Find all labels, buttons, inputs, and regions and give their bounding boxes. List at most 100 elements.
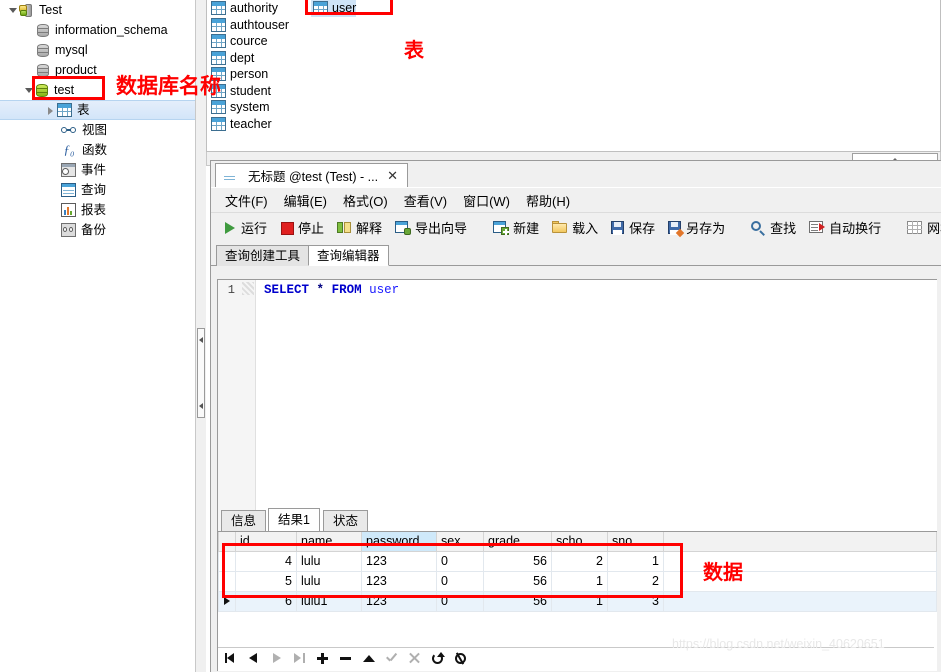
cell-sex[interactable]: 0 [436,590,484,612]
cell-sno[interactable]: 1 [607,550,664,572]
edit-record-button[interactable] [362,652,375,665]
refresh-button[interactable] [431,652,445,665]
menu-view[interactable]: 查看(V) [398,188,453,213]
list-item-teacher[interactable]: teacher [209,116,289,133]
chevron-right-icon[interactable] [44,104,57,117]
column-header-sno[interactable]: sno [607,532,664,552]
table-row[interactable]: 4 lulu 123 0 56 2 1 [218,550,937,572]
tree-node-backups[interactable]: 备份 [0,220,195,240]
tree-node-tables[interactable]: 表 [0,100,195,120]
list-item-dept[interactable]: dept [209,50,289,67]
load-button[interactable]: 载入 [547,216,603,240]
chevron-down-icon[interactable] [6,4,19,17]
cell-password[interactable]: 123 [361,550,437,572]
cell-password[interactable]: 123 [361,590,437,612]
export-wizard-button[interactable]: 导出向导 [390,216,472,240]
list-item-authority[interactable]: authority [209,0,289,17]
column-header-sex[interactable]: sex [436,532,484,552]
cancel-changes-button[interactable] [408,652,421,665]
cell-scho[interactable]: 1 [551,570,608,592]
menu-help[interactable]: 帮助(H) [520,188,576,213]
tree-node-queries[interactable]: 查询 [0,180,195,200]
cell-grade[interactable]: 56 [483,590,552,612]
object-list-panel[interactable]: authority authtouser cource dept person … [206,0,941,152]
word-wrap-button[interactable]: 自动换行 [804,216,886,240]
row-marker[interactable] [218,590,236,612]
tree-node-connection[interactable]: Test [0,0,195,20]
delete-record-button[interactable] [339,652,352,665]
apply-changes-button[interactable] [385,652,398,665]
find-button[interactable]: 查找 [746,216,801,240]
list-item-system[interactable]: system [209,99,289,116]
column-header-password[interactable]: password [361,532,437,552]
list-item-student[interactable]: student [209,83,289,100]
explain-button[interactable]: 解释 [332,216,387,240]
row-marker[interactable] [218,550,236,572]
tab-query-builder[interactable]: 查询创建工具 [216,245,310,266]
last-record-button[interactable] [293,652,306,665]
fold-marker-icon[interactable] [242,282,254,295]
previous-record-button[interactable] [247,652,260,665]
cell-sex[interactable]: 0 [436,550,484,572]
cell-scho[interactable]: 1 [551,590,608,612]
tree-node-information_schema[interactable]: information_schema [0,20,195,40]
column-header-name[interactable]: name [296,532,362,552]
tab-status[interactable]: 状态 [323,510,369,532]
menu-window[interactable]: 窗口(W) [457,188,516,213]
stop-button[interactable]: 停止 [275,216,329,240]
editor-tabstrip[interactable]: 查询创建工具 查询编辑器 [211,244,941,266]
row-marker[interactable] [218,570,236,592]
cell-name[interactable]: lulu [296,550,362,572]
cell-sno[interactable]: 2 [607,570,664,592]
cell-password[interactable]: 123 [361,570,437,592]
cell-sno[interactable]: 3 [607,590,664,612]
menu-edit[interactable]: 编辑(E) [278,188,333,213]
list-item-person[interactable]: person [209,66,289,83]
cell-id[interactable]: 4 [235,550,297,572]
tab-messages[interactable]: 信息 [221,510,267,532]
list-item-user[interactable]: user [311,0,357,17]
tree-node-functions[interactable]: ƒ₀ 函数 [0,140,195,160]
menu-format[interactable]: 格式(O) [337,188,394,213]
column-header-grade[interactable]: grade [483,532,552,552]
result-tabstrip[interactable]: 信息 结果1 状态 [217,508,937,532]
stop-button[interactable] [454,652,467,665]
query-toolbar[interactable]: 运行 停止 解释 导出向导 新建 载入 保存 另存为 查找 自动换行 网 [211,212,941,242]
cell-grade[interactable]: 56 [483,550,552,572]
close-icon[interactable]: ✕ [384,168,401,184]
table-row[interactable]: 5 lulu 123 0 56 1 2 [218,570,937,592]
save-as-button[interactable]: 另存为 [663,216,730,240]
tree-node-views[interactable]: 视图 [0,120,195,140]
chevron-down-icon[interactable] [22,84,35,97]
menu-file[interactable]: 文件(F) [219,188,274,213]
database-tree-panel[interactable]: Test information_schema mysql product te… [0,0,196,672]
first-record-button[interactable] [224,652,237,665]
add-record-button[interactable] [316,652,329,665]
run-button[interactable]: 运行 [218,216,272,240]
tab-query-editor[interactable]: 查询编辑器 [308,245,389,266]
grid-view-button[interactable]: 网格查看 [902,216,941,240]
tree-node-reports[interactable]: 报表 [0,200,195,220]
cell-name[interactable]: lulu [296,570,362,592]
list-item-cource[interactable]: cource [209,33,289,50]
cell-grade[interactable]: 56 [483,570,552,592]
cell-id[interactable]: 5 [235,570,297,592]
sql-statement[interactable]: SELECT * FROM user [264,283,399,297]
table-row[interactable]: 6 lulu1 123 0 56 1 3 [218,590,937,612]
panel-collapse-handle[interactable] [197,328,205,418]
cell-scho[interactable]: 2 [551,550,608,572]
tab-untitled-query[interactable]: 无标题 @test (Test) - ... ✕ [215,163,408,187]
column-header-scho[interactable]: scho [551,532,608,552]
cell-id[interactable]: 6 [235,590,297,612]
cell-name[interactable]: lulu1 [296,590,362,612]
cell-sex[interactable]: 0 [436,570,484,592]
tree-node-events[interactable]: 事件 [0,160,195,180]
save-button[interactable]: 保存 [606,216,660,240]
tab-result1[interactable]: 结果1 [268,508,320,532]
new-button[interactable]: 新建 [488,216,544,240]
menu-bar[interactable]: 文件(F) 编辑(E) 格式(O) 查看(V) 窗口(W) 帮助(H) [211,187,941,212]
tree-node-mysql[interactable]: mysql [0,40,195,60]
column-header-id[interactable]: id [235,532,297,552]
list-item-authtouser[interactable]: authtouser [209,17,289,34]
next-record-button[interactable] [270,652,283,665]
